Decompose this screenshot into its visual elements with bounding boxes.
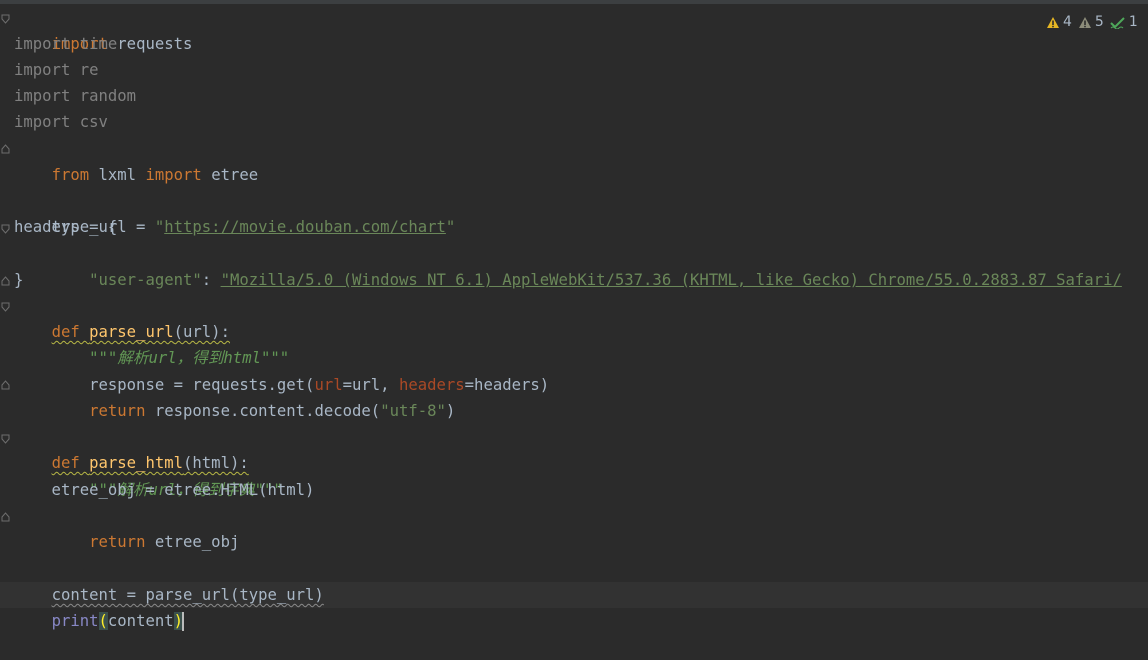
code-line[interactable]: import csv <box>14 109 108 135</box>
unused-import: import re <box>14 61 99 79</box>
text-caret <box>182 612 185 631</box>
string-literal: "user-agent" <box>89 271 202 289</box>
code-line[interactable]: response = requests.get(url=url, headers… <box>14 346 549 394</box>
keyword: return <box>89 533 146 551</box>
string-literal: "utf-8" <box>380 402 446 420</box>
code-text: : <box>201 271 221 289</box>
code-text: content <box>107 612 174 630</box>
code-line[interactable]: def parse_html(html): <box>14 424 249 472</box>
unused-import: import time <box>14 35 118 53</box>
code-line[interactable]: etree_obj = etree.HTML(html) <box>14 477 315 503</box>
keyword: import <box>145 166 202 184</box>
warning-icon <box>1047 16 1059 28</box>
code-line[interactable]: import requests <box>14 5 193 53</box>
fold-marker-icon[interactable] <box>1 14 10 24</box>
code-text: requests <box>107 35 193 53</box>
code-line[interactable]: content = parse_url(type_url) <box>14 556 324 604</box>
string-literal: "Mozilla/5.0 (Windows NT 6.1) AppleWebKi… <box>220 271 1122 289</box>
code-editor[interactable]: import requests import time import re im… <box>0 4 1148 631</box>
code-text: ) <box>445 402 456 420</box>
error-count-value: 4 <box>1063 14 1072 30</box>
weak-warning-icon <box>1078 16 1091 28</box>
code-line[interactable]: } <box>14 267 23 293</box>
keyword: return <box>89 402 146 420</box>
fold-marker-icon[interactable] <box>1 380 10 390</box>
code-line-current[interactable]: print(content) <box>14 582 185 631</box>
code-line[interactable]: import re <box>14 57 99 83</box>
matched-paren: ( <box>98 612 108 630</box>
url-link[interactable]: https://movie.douban.com/chart <box>164 218 446 236</box>
code-line[interactable]: from lxml import etree <box>14 136 259 184</box>
code-line[interactable]: """解析url，得到html""" <box>14 319 289 367</box>
string-quote: " <box>445 218 456 236</box>
unused-import: import random <box>14 87 137 105</box>
code-line[interactable]: def parse_url(url): <box>14 293 230 341</box>
code-text: =headers) <box>464 376 550 394</box>
error-count[interactable]: 4 <box>1046 14 1072 30</box>
code-line[interactable]: return etree_obj <box>14 503 239 551</box>
code-line[interactable]: """解析url，得到字典""" <box>14 451 283 499</box>
code-line[interactable]: import random <box>14 83 136 109</box>
code-text: } <box>14 271 24 289</box>
fold-marker-icon[interactable] <box>1 276 10 286</box>
code-text: headers = { <box>14 218 118 236</box>
fold-marker-icon[interactable] <box>1 302 10 312</box>
code-text: lxml <box>89 166 146 184</box>
weak-warning-count[interactable]: 5 <box>1078 14 1104 30</box>
code-text: response.content.decode( <box>145 402 381 420</box>
typo-count-value: 1 <box>1128 14 1138 30</box>
code-line[interactable]: import time <box>14 31 117 57</box>
weak-warning-count-value: 5 <box>1094 14 1104 30</box>
inspection-widget[interactable]: 4 5 1 <box>1046 12 1144 32</box>
code-line[interactable]: headers = { <box>14 214 117 240</box>
fold-marker-icon[interactable] <box>1 434 10 444</box>
string-quote: " <box>154 218 165 236</box>
code-line[interactable]: return response.content.decode("utf-8") <box>14 372 455 420</box>
code-text: etree_obj = etree.HTML(html) <box>14 481 315 499</box>
code-line[interactable]: type_url = "https://movie.douban.com/cha… <box>14 188 456 236</box>
typo-check-icon <box>1110 16 1125 29</box>
fold-marker-icon[interactable] <box>1 224 10 234</box>
fold-marker-icon[interactable] <box>1 144 10 154</box>
code-line[interactable]: "user-agent": "Mozilla/5.0 (Windows NT 6… <box>14 241 1122 289</box>
fold-marker-icon[interactable] <box>1 512 10 522</box>
code-text: etree <box>201 166 259 184</box>
builtin-function: print <box>51 612 99 630</box>
unused-import: import csv <box>14 113 108 131</box>
keyword: from <box>51 166 90 184</box>
typo-count[interactable]: 1 <box>1110 14 1138 30</box>
code-text: etree_obj <box>145 533 240 551</box>
